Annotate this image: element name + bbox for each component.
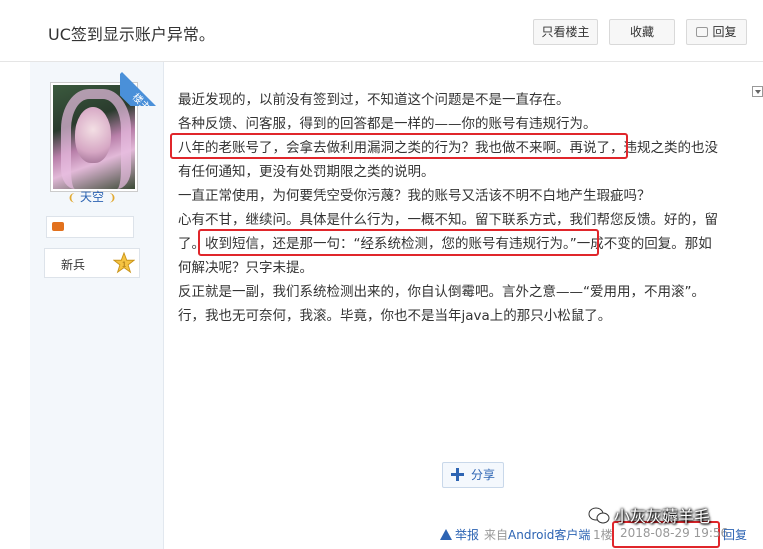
op-badge: 楼主 bbox=[120, 62, 164, 106]
share-button[interactable]: 分享 bbox=[442, 462, 504, 488]
favorite-button[interactable]: 收藏 bbox=[609, 19, 675, 45]
post-line: 最近发现的，以前没有签到过，不知道这个问题是不是一直存在。 bbox=[178, 92, 570, 108]
share-plus-icon bbox=[451, 468, 464, 481]
from-prefix: 来自 bbox=[484, 528, 509, 542]
rank-label: 新兵 bbox=[61, 258, 86, 272]
only-op-button[interactable]: 只看楼主 bbox=[533, 19, 598, 45]
post-line: 有任何通知，更没有处罚期限之类的说明。 bbox=[178, 164, 435, 180]
reply-button-label: 回复 bbox=[712, 25, 737, 39]
report-label: 举报 bbox=[455, 528, 480, 542]
post-line: 八年的老账号了，会拿去做利用漏洞之类的行为？我也做不来啊。再说了，违规之类的也没 bbox=[178, 140, 718, 156]
post-menu-toggle[interactable] bbox=[752, 86, 763, 97]
floor-number: 1楼 bbox=[593, 528, 613, 542]
watermark: 小灰灰薅羊毛 bbox=[588, 503, 710, 527]
op-badge-label: 楼主 bbox=[120, 72, 164, 106]
post-footer: 举报 来自Android客户端 1楼 2018-08-29 19:56 回复 bbox=[0, 526, 763, 544]
avatar-face bbox=[75, 107, 111, 163]
level-badge bbox=[46, 216, 134, 238]
name-decoration-right: ❩ bbox=[108, 193, 117, 204]
post-line: 了。收到短信，还是那一句：“经系统检测，您的账号有违规行为。”一成不变的回复。那… bbox=[178, 236, 712, 252]
reply-button[interactable]: 回复 bbox=[686, 19, 747, 45]
post-line: 心有不甘，继续问。具体是什么行为，一概不知。留下联系方式，我们帮您反馈。好的，留 bbox=[178, 212, 718, 228]
post-line: 反正就是一副，我们系统检测出来的，你自认倒霉吧。言外之意——“爱用用，不用滚”。 bbox=[178, 284, 705, 300]
client-link[interactable]: Android客户端 bbox=[508, 528, 590, 542]
post-body: 最近发现的，以前没有签到过，不知道这个问题是不是一直存在。 各种反馈、问客服，得… bbox=[178, 88, 748, 328]
star-icon: 1 bbox=[113, 252, 135, 274]
name-decoration-left: ❨ bbox=[67, 193, 76, 204]
post-line: 一直正常使用，为何要凭空受你污蔑？我的账号又活该不明不白地产生瑕疵吗？ bbox=[178, 188, 651, 204]
svg-text:1: 1 bbox=[122, 260, 126, 269]
post-date: 2018-08-29 19:56 bbox=[620, 526, 729, 540]
author-name[interactable]: ❨ 天空 ❩ bbox=[30, 188, 154, 205]
warning-icon bbox=[440, 529, 452, 540]
wechat-icon bbox=[588, 507, 610, 524]
thread-header: UC签到显示账户异常。 只看楼主 收藏 回复 bbox=[0, 0, 763, 62]
level-icon bbox=[52, 222, 64, 231]
rank-box: 新兵 1 bbox=[44, 248, 140, 278]
post-line: 何解决呢？只字未提。 bbox=[178, 260, 313, 276]
post-line: 行，我也无可奈何，我滚。毕竟，你也不是当年java上的那只小松鼠了。 bbox=[178, 308, 612, 324]
report-link[interactable]: 举报 bbox=[440, 526, 479, 543]
author-panel: ❨ 天空 ❩ 新兵 1 bbox=[30, 62, 164, 549]
author-name-label: 天空 bbox=[79, 190, 104, 204]
post-line: 各种反馈、问客服，得到的回答都是一样的——你的账号有违规行为。 bbox=[178, 116, 597, 132]
watermark-text: 小灰灰薅羊毛 bbox=[614, 507, 711, 526]
footer-reply-link[interactable]: 回复 bbox=[723, 526, 747, 543]
share-label: 分享 bbox=[471, 468, 496, 482]
thread-title: UC签到显示账户异常。 bbox=[48, 25, 215, 44]
client-source: 来自Android客户端 bbox=[484, 526, 590, 543]
comment-icon bbox=[696, 27, 709, 37]
